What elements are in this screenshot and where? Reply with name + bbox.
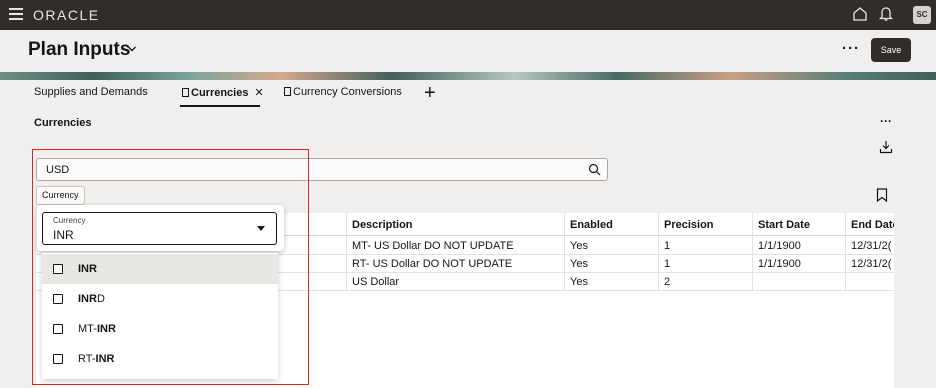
more-actions-button[interactable]: ··· (842, 40, 860, 57)
tab-label: Currency Conversions (293, 86, 402, 98)
cell-end-date: 12/31/2( (851, 258, 892, 270)
cell-description: RT- US Dollar DO NOT UPDATE (352, 258, 513, 270)
page-title[interactable]: Plan Inputs (28, 39, 130, 61)
currency-field-label: Currency (53, 216, 86, 225)
page-header: Plan Inputs ··· Save (0, 30, 936, 72)
option-checkbox[interactable] (53, 294, 63, 304)
chevron-down-icon[interactable] (127, 44, 137, 54)
global-header: ORACLE SC (0, 0, 936, 30)
cell-description: MT- US Dollar DO NOT UPDATE (352, 240, 514, 252)
column-header-enabled[interactable]: Enabled (570, 219, 613, 231)
document-icon (284, 87, 291, 96)
notifications-bell-icon[interactable] (878, 5, 894, 22)
cell-enabled: Yes (570, 240, 588, 252)
home-icon[interactable] (852, 6, 868, 22)
option-checkbox[interactable] (53, 324, 63, 334)
oracle-logo[interactable]: ORACLE (33, 7, 100, 23)
cell-precision: 1 (664, 258, 671, 270)
tab-label: Supplies and Demands (34, 86, 148, 98)
currency-select[interactable]: Currency INR (42, 212, 277, 245)
option-checkbox[interactable] (53, 354, 63, 364)
section-more-button[interactable]: ··· (880, 114, 892, 128)
section-title: Currencies (34, 117, 92, 129)
active-tab-indicator (180, 105, 260, 107)
bookmark-icon[interactable] (876, 188, 888, 202)
column-header-start-date[interactable]: Start Date (758, 219, 810, 231)
cell-precision: 2 (664, 276, 671, 288)
search-icon[interactable] (588, 163, 601, 176)
currency-field-value: INR (53, 228, 74, 242)
column-header-precision[interactable]: Precision (664, 219, 714, 231)
document-icon (182, 88, 189, 97)
close-tab-icon[interactable]: ✕ (254, 87, 263, 99)
currency-filter-popup: Currency INR (37, 205, 284, 251)
hamburger-menu-icon[interactable] (9, 8, 23, 20)
cell-start-date: 1/1/1900 (758, 258, 801, 270)
option-label: INR (78, 263, 97, 275)
cell-enabled: Yes (570, 276, 588, 288)
tab-currency-conversions[interactable]: Currency Conversions (284, 86, 402, 98)
cell-start-date: 1/1/1900 (758, 240, 801, 252)
cell-description: US Dollar (352, 276, 400, 288)
option-rt-inr[interactable]: RT-INR (42, 344, 278, 374)
cell-precision: 1 (664, 240, 671, 252)
dropdown-caret-icon[interactable] (257, 226, 265, 231)
user-avatar[interactable]: SC (913, 6, 931, 24)
tab-currencies[interactable]: Currencies ✕ (182, 86, 264, 99)
save-button[interactable]: Save (871, 38, 911, 62)
option-checkbox[interactable] (53, 264, 63, 274)
tab-label: Currencies (191, 87, 249, 99)
column-header-description[interactable]: Description (352, 219, 413, 231)
option-mt-inr[interactable]: MT-INR (42, 314, 278, 344)
tab-supplies-and-demands[interactable]: Supplies and Demands (34, 86, 148, 98)
download-icon[interactable] (879, 140, 893, 154)
option-label: RT-INR (78, 353, 115, 365)
cell-end-date: 12/31/2( (851, 240, 892, 252)
option-inr[interactable]: INR (42, 254, 278, 284)
cell-enabled: Yes (570, 258, 588, 270)
decorative-banner (0, 72, 936, 80)
option-label: MT-INR (78, 323, 116, 335)
add-tab-icon[interactable]: + (424, 82, 436, 105)
option-inrd[interactable]: INRD (42, 284, 278, 314)
option-label: INRD (78, 293, 105, 305)
column-header-end-date[interactable]: End Date (851, 219, 894, 231)
currency-options-list: INR INRD MT-INR RT-INR (42, 253, 278, 379)
